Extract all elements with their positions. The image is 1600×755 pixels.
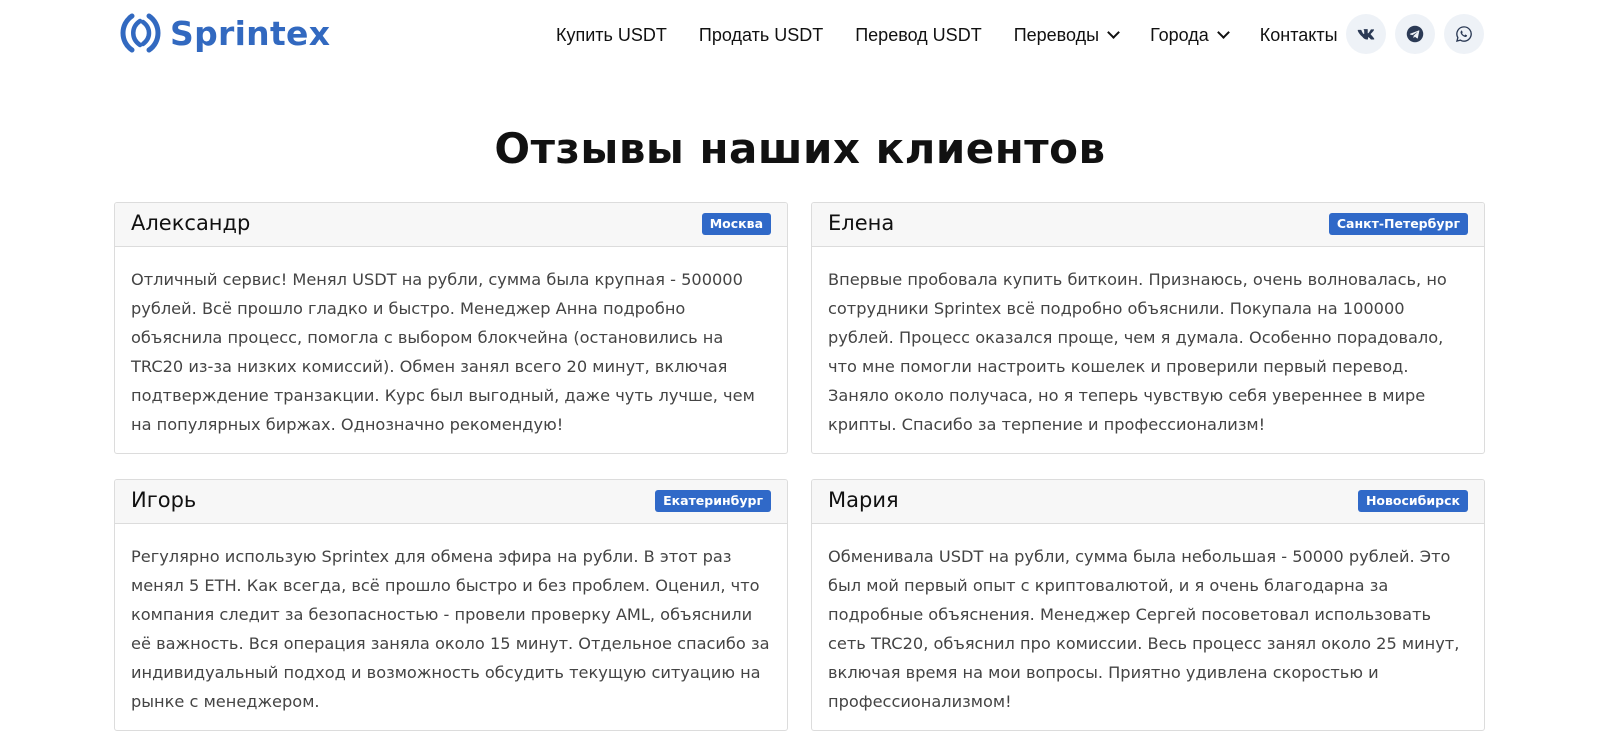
social-links	[1346, 14, 1484, 54]
review-card-header: Александр Москва	[115, 203, 787, 247]
city-badge: Санкт-Петербург	[1328, 213, 1468, 235]
vk-icon	[1357, 29, 1375, 40]
review-card-header: Игорь Екатеринбург	[115, 480, 787, 524]
brand-logo[interactable]: Sprintex	[118, 10, 330, 56]
review-card-header: Елена Санкт-Петербург	[812, 203, 1484, 247]
reviewer-name: Елена	[828, 211, 895, 235]
review-text: Регулярно использую Sprintex для обмена …	[131, 547, 770, 711]
city-badge: Екатеринбург	[655, 490, 771, 512]
city-badge: Новосибирск	[1357, 490, 1468, 512]
review-card-header: Мария Новосибирск	[812, 480, 1484, 524]
review-text: Отличный сервис! Менял USDT на рубли, су…	[131, 270, 755, 434]
reviewer-name: Игорь	[131, 488, 197, 512]
review-card: Елена Санкт-Петербург Впервые пробовала …	[811, 202, 1485, 454]
chevron-down-icon	[1107, 26, 1120, 39]
site-header: Sprintex Купить USDT Продать USDT Перево…	[0, 0, 1600, 70]
brand-name: Sprintex	[170, 13, 331, 53]
main-nav: Купить USDT Продать USDT Перевод USDT Пе…	[556, 20, 1338, 50]
city-badge: Москва	[701, 213, 771, 235]
nav-contacts[interactable]: Контакты	[1260, 25, 1338, 46]
logo-mark-icon	[120, 13, 161, 53]
review-card: Мария Новосибирск Обменивала USDT на руб…	[811, 479, 1485, 731]
review-text: Впервые пробовала купить биткоин. Призна…	[828, 270, 1447, 434]
telegram-button[interactable]	[1395, 14, 1435, 54]
reviewer-name: Мария	[828, 488, 899, 512]
nav-sell-usdt[interactable]: Продать USDT	[699, 25, 823, 46]
review-card: Игорь Екатеринбург Регулярно использую S…	[114, 479, 788, 731]
nav-transfer-usdt[interactable]: Перевод USDT	[855, 25, 981, 46]
whatsapp-icon	[1456, 26, 1472, 42]
review-text: Обменивала USDT на рубли, сумма была неб…	[828, 547, 1460, 711]
nav-transfers-dropdown[interactable]: Переводы	[1014, 25, 1120, 46]
whatsapp-button[interactable]	[1444, 14, 1484, 54]
nav-buy-usdt[interactable]: Купить USDT	[556, 25, 667, 46]
review-card: Александр Москва Отличный сервис! Менял …	[114, 202, 788, 454]
page-title: Отзывы наших клиентов	[494, 124, 1106, 173]
telegram-icon	[1406, 25, 1424, 43]
nav-cities-dropdown[interactable]: Города	[1150, 25, 1230, 46]
reviewer-name: Александр	[131, 211, 251, 235]
chevron-down-icon	[1216, 26, 1230, 39]
vk-button[interactable]	[1346, 14, 1386, 54]
